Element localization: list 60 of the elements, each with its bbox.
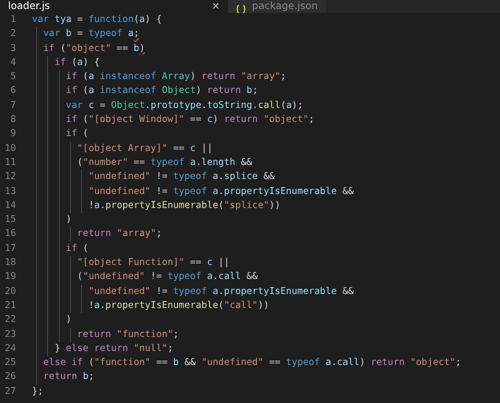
code-line: if ( [64, 242, 88, 254]
line-number: 27 [4, 384, 16, 399]
line-number: 13 [4, 184, 16, 199]
code-line: var c = Object.prototype.toString.call(a); [64, 100, 304, 111]
line-number: 7 [9, 98, 16, 113]
code-line: } else return "null"; [54, 342, 174, 354]
line-number: 24 [4, 342, 16, 356]
line-number: 22 [4, 313, 16, 328]
code-line: return "function"; [76, 328, 179, 340]
line-number: 8 [9, 113, 16, 128]
line-number: 25 [4, 356, 16, 370]
code-line: return "array"; [76, 228, 162, 240]
code-line: "undefined" != typeof a.propertyIsEnumerable && [87, 186, 354, 197]
line-number: 3 [9, 42, 16, 56]
close-button[interactable]: × [212, 1, 220, 13]
line-number: 14 [4, 198, 16, 213]
code-line: "[object Array]" == c || [76, 142, 213, 154]
line-number: 16 [4, 227, 16, 242]
line-number: 15 [4, 213, 16, 228]
line-number: 2 [9, 27, 16, 42]
code-line: ) [64, 314, 72, 326]
line-number: 21 [4, 298, 16, 313]
line-number: 23 [4, 328, 16, 342]
file-tab[interactable]: package.json [228, 0, 326, 13]
line-number: 11 [4, 156, 16, 170]
code-line: if ("[object Window]" == c) return "object"; [64, 114, 314, 126]
line-number: 20 [4, 284, 16, 299]
file-tab[interactable]: loader.js × [0, 0, 228, 13]
line-number: 18 [4, 256, 16, 270]
code-line: if (a) { [54, 56, 100, 68]
code-line: !a.propertyIsEnumerable("splice")) [87, 200, 280, 211]
code-line: ("number" == typeof a.length && [76, 156, 252, 168]
code-line: }; [32, 386, 44, 397]
line-number: 19 [4, 270, 16, 284]
code-line: if (a instanceof Array) return "array"; [64, 71, 286, 82]
tab-label: loader.js [8, 1, 50, 13]
code-line: else if ("function" == b && "undefined" == typeof a.call) return "object"; [42, 357, 462, 368]
code-line: return b; [42, 371, 94, 382]
code-line: "[object Function]" == c || [76, 257, 230, 268]
line-number: 4 [9, 56, 16, 70]
braces-icon [236, 5, 246, 13]
code-line: if ( [64, 128, 88, 140]
line-number: 6 [9, 84, 16, 98]
line-number: 5 [9, 70, 16, 84]
line-number: 12 [4, 170, 16, 184]
code-line: if ("object" == b) [42, 42, 145, 54]
line-number: 26 [4, 370, 16, 384]
line-number: 1 [9, 13, 16, 27]
code-line: "undefined" != typeof a.splice && [87, 171, 275, 182]
code-line: var tya = function(a) { [32, 14, 162, 25]
code-line: !a.propertyIsEnumerable("call")) [87, 300, 270, 311]
code-line: ("undefined" != typeof a.call && [76, 271, 258, 282]
line-number: 10 [4, 142, 16, 156]
line-number: 9 [9, 127, 16, 142]
code-line: ) [64, 214, 72, 226]
code-line: "undefined" != typeof a.propertyIsEnumerable && [87, 286, 354, 297]
line-number: 17 [4, 242, 16, 256]
tab-label: package.json [252, 1, 318, 13]
code-line: var b = typeof a; [42, 28, 140, 40]
code-line: if (a instanceof Object) return b; [64, 85, 258, 96]
